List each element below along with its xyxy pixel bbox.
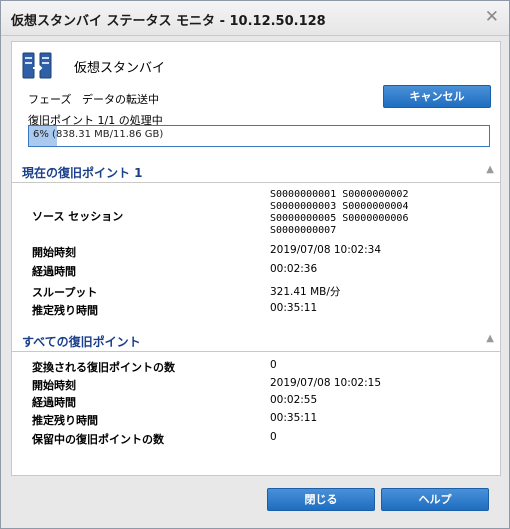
collapse-up-icon[interactable]: ▲ xyxy=(486,333,494,344)
converted-count-value: 0 xyxy=(270,359,277,371)
main-panel: 仮想スタンバイ フェーズ データの転送中 キャンセル 復旧ポイント 1/1 の処… xyxy=(11,41,501,476)
pending-count-label: 保留中の復旧ポイントの数 xyxy=(32,433,164,446)
session-line: S0000000001 S0000000002 xyxy=(270,189,409,200)
phase-label: フェーズ xyxy=(28,93,72,106)
close-icon[interactable]: ✕ xyxy=(485,7,499,27)
current-elapsed-label: 経過時間 xyxy=(32,265,76,278)
current-remaining-label: 推定残り時間 xyxy=(32,304,98,317)
all-start-value: 2019/07/08 10:02:15 xyxy=(270,377,382,389)
throughput-label: スループット xyxy=(32,286,98,299)
collapse-up-icon[interactable]: ▲ xyxy=(486,164,494,175)
standby-servers-icon xyxy=(22,52,52,79)
current-remaining-value: 00:35:11 xyxy=(270,302,318,314)
title-bar: 仮想スタンバイ ステータス モニタ - 10.12.50.128 ✕ xyxy=(1,1,509,36)
converted-count-label: 変換される復旧ポイントの数 xyxy=(32,361,175,374)
help-button[interactable]: ヘルプ xyxy=(381,488,489,511)
current-start-label: 開始時刻 xyxy=(32,246,76,259)
session-line: S0000000007 xyxy=(270,225,337,236)
transfer-progress-bar: 6% (838.31 MB/11.86 GB) xyxy=(28,125,490,147)
source-session-label: ソース セッション xyxy=(32,210,124,223)
all-remaining-value: 00:35:11 xyxy=(270,412,318,424)
session-line: S0000000005 S0000000006 xyxy=(270,213,409,224)
throughput-value: 321.41 MB/分 xyxy=(270,286,341,298)
status-monitor-window: 仮想スタンバイ ステータス モニタ - 10.12.50.128 ✕ 仮想スタン… xyxy=(0,0,510,529)
current-recovery-point-title: 現在の復旧ポイント 1 xyxy=(22,166,143,180)
all-elapsed-value: 00:02:55 xyxy=(270,394,318,406)
current-recovery-point-header[interactable]: 現在の復旧ポイント 1 ▲ xyxy=(12,160,500,183)
current-elapsed-value: 00:02:36 xyxy=(270,263,318,275)
progress-text: 6% (838.31 MB/11.86 GB) xyxy=(33,129,164,140)
all-remaining-label: 推定残り時間 xyxy=(32,414,98,427)
phase-value: データの転送中 xyxy=(82,93,159,106)
header-title: 仮想スタンバイ xyxy=(74,61,166,76)
session-line: S0000000003 S0000000004 xyxy=(270,201,409,212)
close-button[interactable]: 閉じる xyxy=(267,488,375,511)
current-start-value: 2019/07/08 10:02:34 xyxy=(270,244,382,256)
all-start-label: 開始時刻 xyxy=(32,379,76,392)
source-session-list: S0000000001 S0000000002 S0000000003 S000… xyxy=(270,189,490,237)
all-elapsed-label: 経過時間 xyxy=(32,396,76,409)
all-recovery-points-header[interactable]: すべての復旧ポイント ▲ xyxy=(12,329,500,352)
section-divider xyxy=(12,182,500,183)
all-recovery-points-title: すべての復旧ポイント xyxy=(22,335,141,349)
pending-count-value: 0 xyxy=(270,431,277,443)
window-title: 仮想スタンバイ ステータス モニタ - 10.12.50.128 xyxy=(11,14,326,29)
cancel-button[interactable]: キャンセル xyxy=(383,85,491,108)
section-divider xyxy=(12,351,500,352)
